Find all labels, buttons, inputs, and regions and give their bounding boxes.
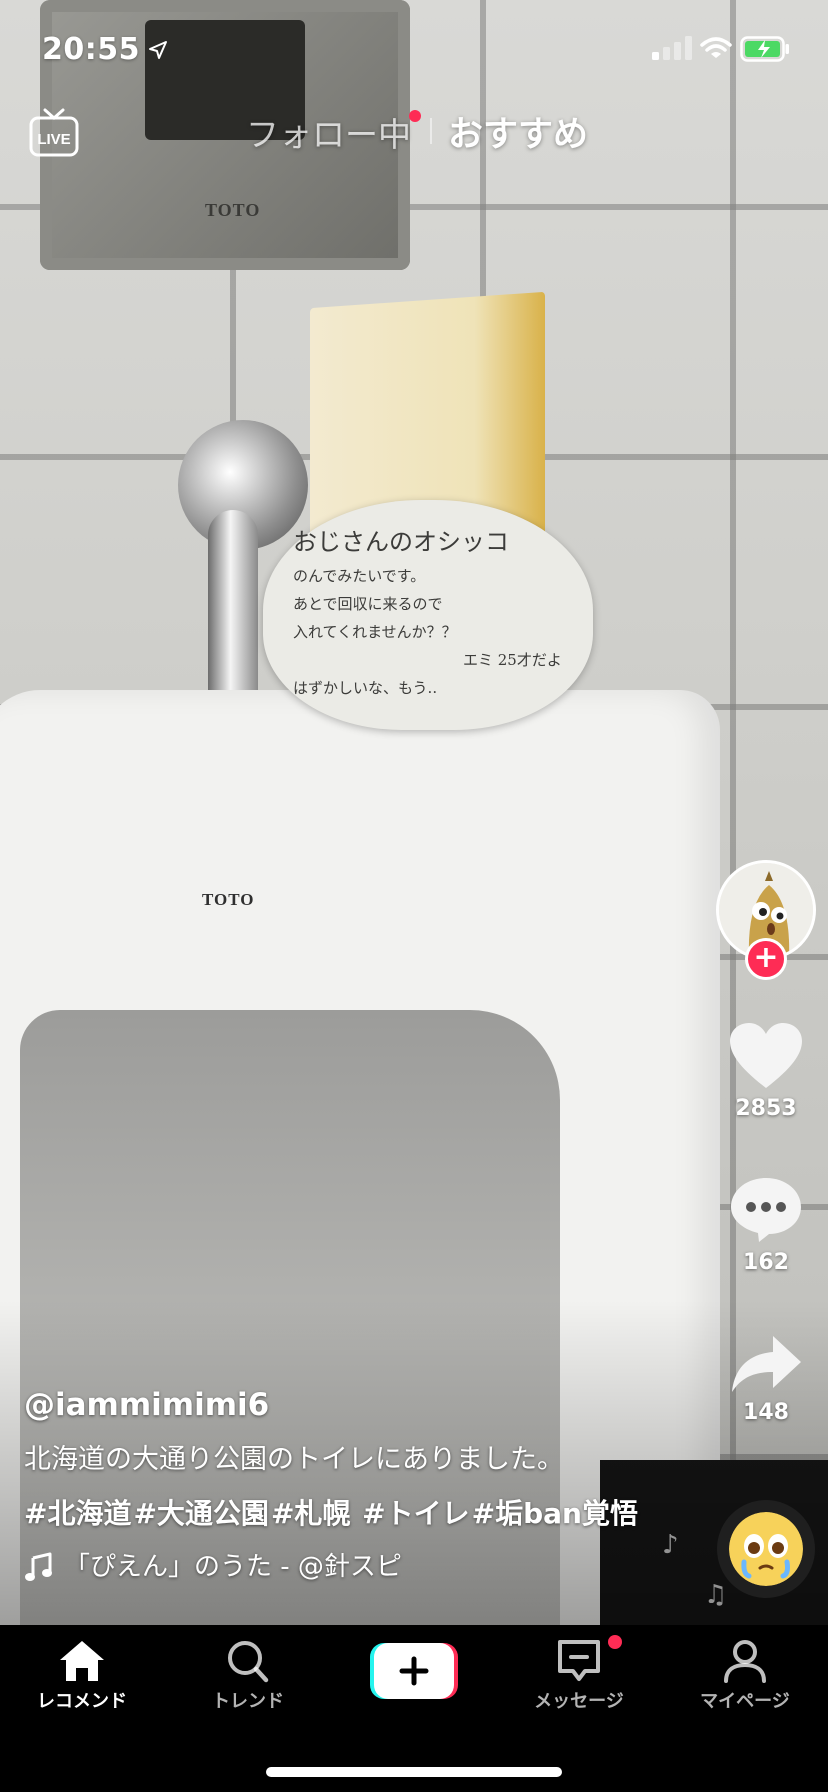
nav-home[interactable]: レコメンド — [2, 1639, 162, 1713]
brand-text-bowl: TOTO — [202, 890, 255, 909]
nav-inbox-label: メッセージ — [534, 1691, 624, 1712]
handwritten-note: おじさんのオシッコ のんでみたいです。 あとで回収に来るので 入れてくれませんか… — [263, 500, 593, 730]
message-icon — [558, 1640, 600, 1681]
home-indicator[interactable] — [266, 1767, 562, 1777]
hashtag[interactable]: #札幌 — [271, 1497, 350, 1530]
note-line: はずかしいな、もう.. — [293, 679, 438, 697]
hashtag[interactable]: #トイレ — [352, 1497, 469, 1530]
nav-home-label: レコメンド — [37, 1691, 127, 1712]
like-count: 2853 — [735, 1096, 797, 1121]
nav-profile-label: マイページ — [700, 1691, 790, 1712]
video-description: 北海道の大通り公園のトイレにありました。 — [24, 1444, 564, 1475]
note-line: エミ 25才だよ — [463, 651, 562, 669]
nav-discover[interactable]: トレンド — [168, 1639, 328, 1713]
share-arrow-icon — [732, 1336, 801, 1392]
comment-count: 162 — [743, 1250, 789, 1275]
note-line: のんでみたいです。 — [293, 567, 426, 585]
search-icon — [228, 1641, 269, 1683]
nav-discover-label: トレンド — [212, 1691, 284, 1712]
note-line: おじさんのオシッコ — [293, 528, 509, 556]
clock: 20:55 — [42, 32, 140, 67]
video-caption: @iammimimi6 北海道の大通り公園のトイレにありました。 #北海道#大通… — [24, 1385, 684, 1585]
nav-profile[interactable]: マイページ — [665, 1639, 825, 1713]
share-button[interactable]: 148 — [718, 1334, 814, 1425]
video-player[interactable]: TOTO TOTO おじさんのオシッコ のんでみたいです。 あとで回収に来るので… — [0, 0, 828, 1625]
status-bar: 20:55 — [0, 0, 828, 100]
follow-plus-button[interactable]: + — [745, 938, 787, 980]
brand-text-top: TOTO — [205, 200, 261, 220]
inbox-notification-dot — [608, 1635, 622, 1649]
location-arrow-icon — [149, 41, 167, 59]
note-line: 入れてくれませんか？？ — [293, 623, 457, 641]
following-notification-dot — [409, 110, 421, 122]
live-label: LIVE — [37, 131, 70, 148]
battery-charging-icon — [740, 36, 789, 62]
hashtag[interactable]: #垢ban覚悟 — [472, 1497, 638, 1530]
heart-icon — [730, 1023, 802, 1088]
profile-icon — [724, 1640, 766, 1683]
home-icon — [60, 1641, 104, 1681]
create-plus-button[interactable] — [370, 1643, 458, 1699]
music-note-icon — [25, 1552, 52, 1581]
sound-disc-button[interactable] — [717, 1500, 815, 1598]
floating-music-note-icon: ♫ — [704, 1580, 728, 1610]
cellular-signal-icon — [652, 36, 692, 60]
hashtag[interactable]: #北海道 — [24, 1497, 131, 1530]
sound-row[interactable]: 「ぴえん」のうた - @針スピ — [24, 1549, 684, 1585]
comment-button[interactable]: 162 — [718, 1176, 814, 1275]
tab-divider — [430, 118, 432, 144]
wifi-icon — [700, 37, 732, 58]
live-tv-icon[interactable]: LIVE — [28, 108, 80, 158]
creator-username[interactable]: @iammimimi6 — [24, 1385, 684, 1425]
hashtag-list: #北海道#大通公園#札幌 #トイレ#垢ban覚悟 — [24, 1495, 684, 1533]
hashtag[interactable]: #大通公園 — [133, 1497, 268, 1530]
like-button[interactable]: 2853 — [718, 1022, 814, 1121]
crying-face-icon — [729, 1512, 803, 1586]
nav-inbox[interactable]: メッセージ — [499, 1639, 659, 1713]
comment-bubble-icon — [731, 1178, 801, 1242]
share-count: 148 — [743, 1400, 789, 1425]
tab-following[interactable]: フォロー中 — [246, 108, 411, 156]
note-line: あとで回収に来るので — [293, 595, 443, 613]
bottom-navigation: レコメンド トレンド メッセージ マイページ — [0, 1625, 828, 1792]
sound-title: 「ぴえん」のうた - @針スピ — [64, 1552, 402, 1582]
tab-recommended[interactable]: おすすめ — [448, 106, 588, 157]
